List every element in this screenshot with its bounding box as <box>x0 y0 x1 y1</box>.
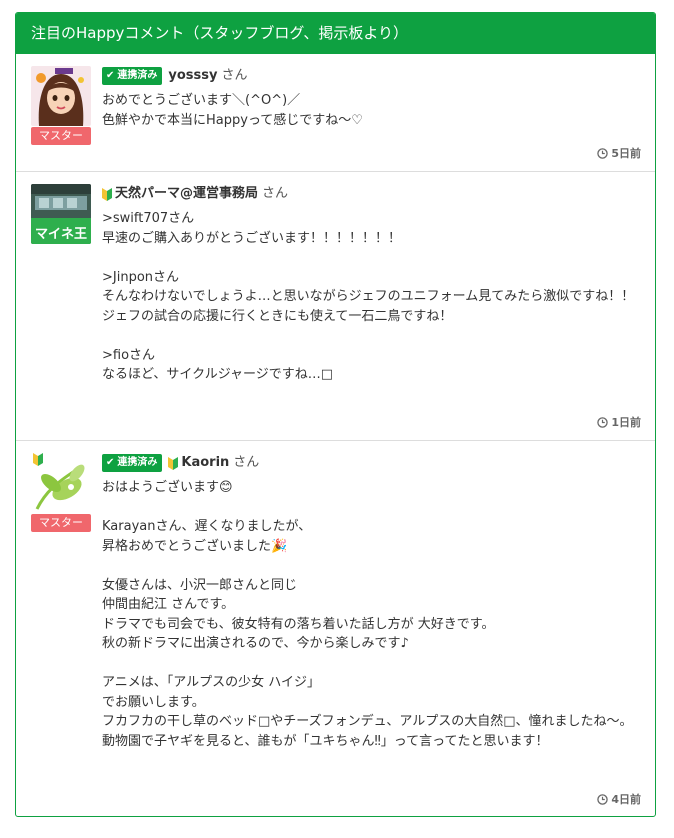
comment-item: マスター ✔ 連携済み Kaorin さん おはようございます😊 Karayanさ… <box>16 441 655 816</box>
comment-time: 4日前 <box>597 791 641 807</box>
comment-time: 5日前 <box>597 145 641 161</box>
beginner-mark-icon <box>168 456 179 470</box>
comment-item: マスター ✔ 連携済み yosssy さん おめでとうございます＼(^O^)／ 色… <box>16 54 655 172</box>
comment-time: 1日前 <box>597 414 641 430</box>
store-avatar-icon[interactable]: マイネ王 <box>31 184 91 244</box>
honorific: さん <box>233 455 260 470</box>
master-badge: マスター <box>31 514 91 532</box>
comment-item: マイネ王 天然パーマ@運営事務局 さん >swift707さん 早速のご購入あり… <box>16 172 655 441</box>
beginner-mark-icon <box>102 187 112 201</box>
linked-badge: ✔ 連携済み <box>102 67 163 85</box>
check-icon: ✔ <box>106 457 115 468</box>
leaf-avatar-icon[interactable] <box>31 453 91 513</box>
clock-icon <box>597 793 609 805</box>
user-avatar-woman-icon[interactable] <box>31 66 91 126</box>
happy-comments-panel: 注目のHappyコメント（スタッフブログ、掲示板より） マスター ✔ 連携済み … <box>15 12 656 817</box>
comment-body: おはようございます😊 Karayanさん、遅くなりましたが、 昇格おめでとうござ… <box>102 480 633 749</box>
username-link[interactable]: yosssy <box>168 66 217 86</box>
clock-icon <box>597 416 609 428</box>
check-icon: ✔ <box>106 70 115 81</box>
comment-body: >swift707さん 早速のご購入ありがとうございます！！！！！！！ >Jin… <box>102 211 635 382</box>
comment-body: おめでとうございます＼(^O^)／ 色鮮やかで本当にHappyって感じですね〜♡ <box>102 93 363 128</box>
honorific: さん <box>262 186 289 201</box>
master-badge: マスター <box>31 127 91 145</box>
panel-title: 注目のHappyコメント（スタッフブログ、掲示板より） <box>16 13 655 54</box>
svg-text:マイネ王: マイネ王 <box>35 227 87 242</box>
username-link[interactable]: 天然パーマ@運営事務局 <box>115 184 258 204</box>
username-link[interactable]: Kaorin <box>181 453 229 473</box>
honorific: さん <box>221 68 248 83</box>
clock-icon <box>597 147 609 159</box>
linked-badge: ✔ 連携済み <box>102 454 163 472</box>
